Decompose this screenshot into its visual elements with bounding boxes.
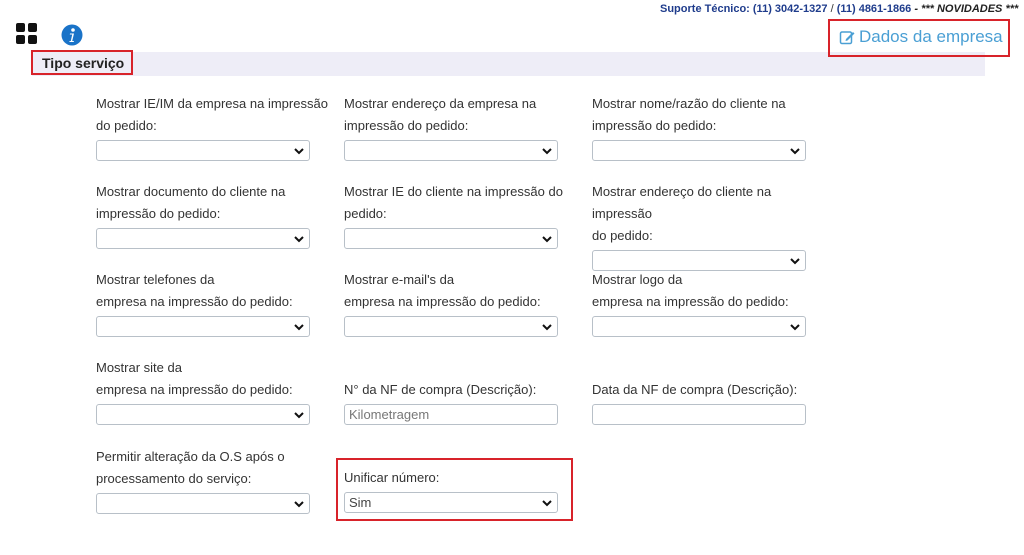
select-nome-cliente[interactable] bbox=[592, 140, 806, 161]
select-endereco-cliente[interactable] bbox=[592, 250, 806, 271]
field-label: Mostrar logo da bbox=[592, 272, 683, 287]
field-ie-im-empresa: Mostrar IE/IM da empresa na impressão do… bbox=[96, 93, 336, 161]
field-label: Mostrar site da bbox=[96, 360, 182, 375]
chevron-down-icon bbox=[790, 324, 800, 331]
support-phone-1: Suporte Técnico: (11) 3042-1327 bbox=[660, 3, 828, 15]
chevron-down-icon bbox=[542, 324, 552, 331]
chevron-down-icon bbox=[542, 148, 552, 155]
field-label: Mostrar IE/IM da empresa na impressão bbox=[96, 96, 328, 111]
select-documento-cliente[interactable] bbox=[96, 228, 310, 249]
field-label: N° da NF de compra (Descrição): bbox=[344, 382, 537, 397]
field-label: Mostrar nome/razão do cliente na bbox=[592, 96, 786, 111]
nf-compra-numero-input[interactable]: Kilometragem bbox=[344, 404, 558, 425]
company-link-highlight bbox=[828, 19, 1010, 57]
support-separator: / bbox=[827, 3, 837, 15]
field-endereco-empresa: Mostrar endereço da empresa na impressão… bbox=[344, 93, 584, 161]
field-label: impressão do pedido: bbox=[344, 118, 469, 133]
field-ie-cliente: Mostrar IE do cliente na impressão do pe… bbox=[344, 181, 584, 249]
field-label: empresa na impressão do pedido: bbox=[344, 294, 541, 309]
field-label: impressão do pedido: bbox=[592, 118, 717, 133]
field-label: Data da NF de compra (Descrição): bbox=[592, 382, 798, 397]
field-label: do pedido: bbox=[96, 118, 157, 133]
field-site-empresa: Mostrar site da empresa na impressão do … bbox=[96, 357, 336, 425]
field-label: Permitir alteração da O.S após o bbox=[96, 449, 285, 464]
field-label: Mostrar IE do cliente na impressão do bbox=[344, 184, 563, 199]
select-emails-empresa[interactable] bbox=[344, 316, 558, 337]
field-emails-empresa: Mostrar e-mail's da empresa na impressão… bbox=[344, 269, 584, 337]
grid-icon[interactable] bbox=[16, 23, 38, 45]
chevron-down-icon bbox=[294, 148, 304, 155]
chevron-down-icon bbox=[294, 501, 304, 508]
field-label: Mostrar e-mail's da bbox=[344, 272, 455, 287]
field-alteracao-os: Permitir alteração da O.S após o process… bbox=[96, 446, 336, 514]
field-label: Mostrar telefones da bbox=[96, 272, 215, 287]
field-label: do pedido: bbox=[592, 228, 653, 243]
chevron-down-icon bbox=[542, 236, 552, 243]
field-label: Mostrar endereço da empresa na bbox=[344, 96, 537, 111]
info-icon[interactable] bbox=[61, 24, 83, 46]
support-phone-2: (11) 4861-1866 bbox=[836, 3, 912, 15]
field-documento-cliente: Mostrar documento do cliente na impressã… bbox=[96, 181, 336, 249]
news-link[interactable]: - *** NOVIDADES *** bbox=[911, 3, 1018, 15]
select-site-empresa[interactable] bbox=[96, 404, 310, 425]
field-endereco-cliente: Mostrar endereço do cliente na impressão… bbox=[592, 181, 832, 271]
field-logo-empresa: Mostrar logo da empresa na impressão do … bbox=[592, 269, 832, 337]
chevron-down-icon bbox=[294, 412, 304, 419]
field-nf-compra-numero: N° da NF de compra (Descrição): Kilometr… bbox=[344, 379, 584, 425]
field-label: pedido: bbox=[344, 206, 387, 221]
chevron-down-icon bbox=[294, 236, 304, 243]
field-label: impressão do pedido: bbox=[96, 206, 221, 221]
chevron-down-icon bbox=[790, 258, 800, 265]
select-logo-empresa[interactable] bbox=[592, 316, 806, 337]
field-telefones-empresa: Mostrar telefones da empresa na impressã… bbox=[96, 269, 336, 337]
field-label: empresa na impressão do pedido: bbox=[96, 382, 293, 397]
field-label: processamento do serviço: bbox=[96, 471, 252, 486]
field-nf-compra-data: Data da NF de compra (Descrição): bbox=[592, 379, 832, 425]
field-label: Mostrar documento do cliente na bbox=[96, 184, 286, 199]
nf-compra-data-input[interactable] bbox=[592, 404, 806, 425]
select-ie-im-empresa[interactable] bbox=[96, 140, 310, 161]
select-endereco-empresa[interactable] bbox=[344, 140, 558, 161]
field-nome-cliente: Mostrar nome/razão do cliente na impress… bbox=[592, 93, 832, 161]
chevron-down-icon bbox=[790, 148, 800, 155]
select-alteracao-os[interactable] bbox=[96, 493, 310, 514]
field-label: empresa na impressão do pedido: bbox=[96, 294, 293, 309]
field-label: Mostrar endereço do cliente na impressão bbox=[592, 184, 772, 221]
title-highlight bbox=[31, 50, 133, 75]
field-label: empresa na impressão do pedido: bbox=[592, 294, 789, 309]
select-ie-cliente[interactable] bbox=[344, 228, 558, 249]
support-info: Suporte Técnico: (11) 3042-1327 / (11) 4… bbox=[660, 3, 1024, 15]
unify-number-highlight bbox=[336, 458, 573, 521]
select-telefones-empresa[interactable] bbox=[96, 316, 310, 337]
chevron-down-icon bbox=[294, 324, 304, 331]
